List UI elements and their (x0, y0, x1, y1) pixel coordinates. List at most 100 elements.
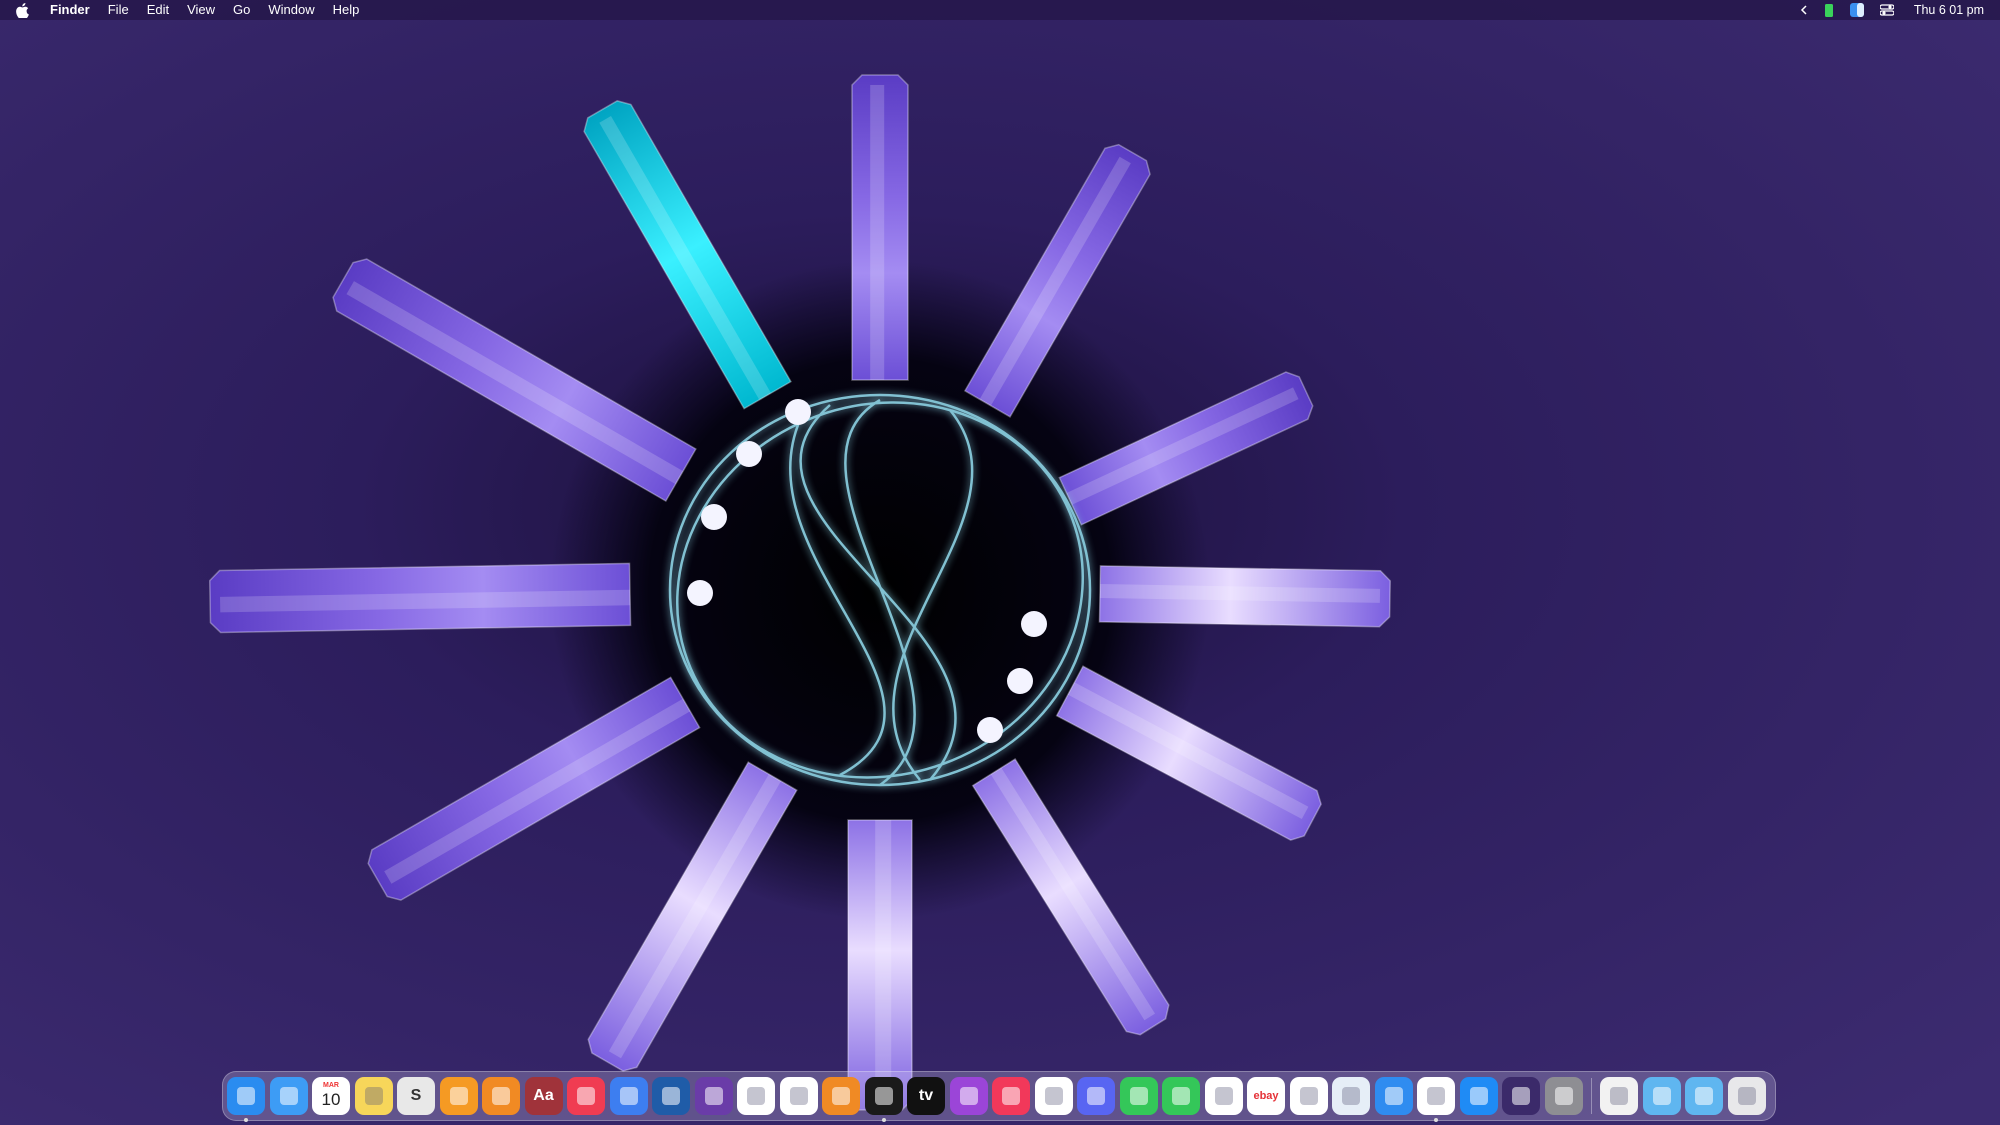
menu-edit[interactable]: Edit (147, 0, 169, 20)
app-store-icon (1460, 1077, 1498, 1115)
dock-discord[interactable] (1077, 1077, 1115, 1115)
running-indicator (244, 1118, 248, 1122)
pen-icon (440, 1077, 478, 1115)
dock-mail[interactable] (269, 1077, 308, 1115)
apple-logo-icon[interactable] (16, 2, 30, 18)
music-note-icon (992, 1077, 1030, 1115)
scrivener-glyph: S (410, 1087, 422, 1104)
ebay-icon: ebay (1247, 1077, 1285, 1115)
menu-go[interactable]: Go (233, 0, 250, 20)
pixelmator-icon (737, 1077, 775, 1115)
dock-ebay[interactable]: ebay (1247, 1077, 1285, 1115)
scrivener-icon: S (397, 1077, 435, 1115)
dock-pixelmator[interactable] (737, 1077, 775, 1115)
dock-photos[interactable] (779, 1077, 818, 1115)
dock-books[interactable] (482, 1077, 520, 1115)
chevron-left-icon[interactable] (1800, 5, 1808, 15)
calendar-day: 10 (321, 1090, 341, 1109)
dock-siri[interactable] (1502, 1077, 1540, 1115)
dock-finder[interactable] (227, 1077, 265, 1122)
dock-trash[interactable] (1727, 1077, 1766, 1115)
podcasts-icon (950, 1077, 988, 1115)
dock-scrivener[interactable]: S (397, 1077, 435, 1115)
dock-affinity-photo[interactable] (694, 1077, 733, 1115)
gear-icon (1545, 1077, 1583, 1115)
dock-reddit-app[interactable] (609, 1077, 648, 1115)
calendar-month: MAR (323, 1082, 339, 1089)
preview-icon (1332, 1077, 1370, 1115)
video-camera-icon (1162, 1077, 1200, 1115)
dock-facetime[interactable] (1162, 1077, 1200, 1115)
menu-bar: Finder File Edit View Go Window Help Thu… (0, 0, 2000, 20)
messenger-icon (1205, 1077, 1243, 1115)
running-indicator (1434, 1118, 1438, 1122)
dock-home-folder[interactable] (1600, 1077, 1638, 1115)
ebay-glyph: ebay (1253, 1090, 1279, 1102)
house-icon (1290, 1077, 1328, 1115)
dock-app-store[interactable] (1459, 1077, 1498, 1115)
dock-podcasts[interactable] (949, 1077, 988, 1115)
menu-window[interactable]: Window (268, 0, 314, 20)
dock-blender[interactable] (822, 1077, 860, 1115)
chrome-icon (1417, 1077, 1455, 1115)
dock-affinity-designer[interactable] (652, 1077, 690, 1115)
crystal-shard (1098, 565, 1391, 628)
affinity-photo-icon (695, 1077, 733, 1115)
dock-chrome[interactable] (1417, 1077, 1455, 1122)
dock-home[interactable] (1289, 1077, 1328, 1115)
menu-help[interactable]: Help (333, 0, 360, 20)
dock: MAR 10 S Aa tv ebay (222, 1071, 1776, 1122)
menu-clock[interactable]: Thu 6 01 pm (1914, 3, 1984, 17)
running-indicator (881, 1118, 886, 1122)
dictionary-glyph: Aa (533, 1087, 554, 1104)
discord-icon (1077, 1077, 1115, 1115)
dock-apple-tv[interactable]: tv (907, 1077, 945, 1115)
folder-icon (1643, 1077, 1681, 1115)
reddit-icon (610, 1077, 648, 1115)
affinity-designer-icon (652, 1077, 690, 1115)
dock-downloads-folder[interactable] (1685, 1077, 1723, 1115)
dock-safari[interactable] (1374, 1077, 1413, 1115)
chat-bubble-icon (1120, 1077, 1158, 1115)
dock-messenger[interactable] (1204, 1077, 1243, 1115)
dock-notes[interactable] (354, 1077, 393, 1115)
dock-preview[interactable] (1332, 1077, 1370, 1115)
dock-voice-memos[interactable] (864, 1077, 903, 1122)
news-icon (567, 1077, 605, 1115)
dock-system-settings[interactable] (1544, 1077, 1583, 1115)
crystal-shard (847, 819, 913, 1111)
dock-folder[interactable] (1642, 1077, 1681, 1115)
blender-icon (822, 1077, 860, 1115)
apple-tv-icon: tv (907, 1077, 945, 1115)
dock-sims[interactable] (1034, 1077, 1073, 1115)
dictionary-icon: Aa (525, 1077, 563, 1115)
downloads-folder-icon (1685, 1077, 1723, 1115)
dock-messages[interactable] (1119, 1077, 1158, 1115)
dock-news[interactable] (567, 1077, 605, 1115)
trash-icon (1728, 1077, 1766, 1115)
envelope-icon (270, 1077, 308, 1115)
menu-file[interactable]: File (108, 0, 129, 20)
finder-face-icon[interactable] (1849, 3, 1864, 17)
battery-icon[interactable] (1824, 3, 1834, 18)
finder-icon (227, 1077, 265, 1115)
crystal-shard (208, 562, 632, 634)
apple-tv-glyph: tv (918, 1087, 934, 1104)
dock-music[interactable] (992, 1077, 1030, 1115)
control-center-icon[interactable] (1879, 4, 1894, 16)
siri-icon (1502, 1077, 1540, 1115)
notes-icon (355, 1077, 393, 1115)
dock-dictionary[interactable]: Aa (524, 1077, 563, 1115)
book-icon (482, 1077, 520, 1115)
waveform-icon (865, 1077, 903, 1115)
desktop-wallpaper (0, 0, 2000, 1125)
menu-app-name[interactable]: Finder (50, 0, 90, 20)
crystal-shard (851, 74, 909, 381)
menu-view[interactable]: View (187, 0, 215, 20)
calendar-icon: MAR 10 (312, 1077, 350, 1115)
dock-calendar[interactable]: MAR 10 (312, 1077, 350, 1115)
dock-pages[interactable] (439, 1077, 478, 1115)
home-folder-icon (1600, 1077, 1638, 1115)
plumbob-icon (1035, 1077, 1073, 1115)
photos-flower-icon (780, 1077, 818, 1115)
